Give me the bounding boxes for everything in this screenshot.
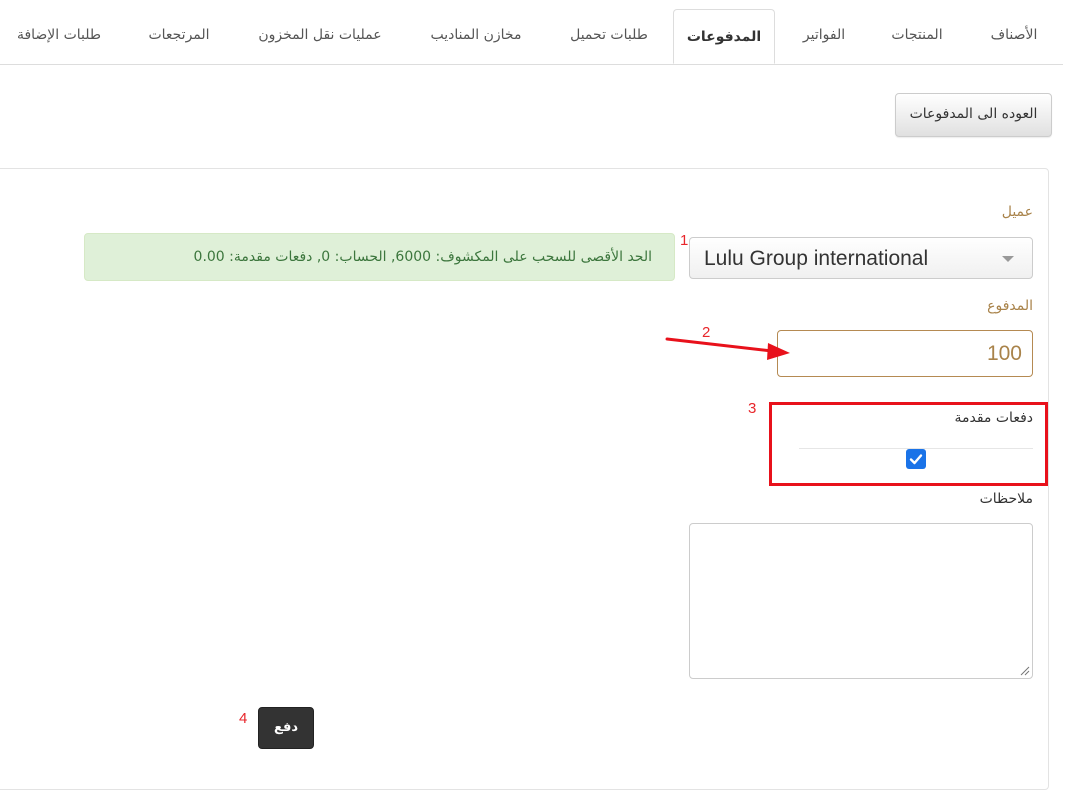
tab-rep-warehouses[interactable]: مخازن المناديب <box>410 8 542 63</box>
client-select[interactable]: Lulu Group international <box>689 237 1033 279</box>
payment-amount-input[interactable]: 100 <box>777 330 1033 377</box>
tab-payments[interactable]: المدفوعات <box>673 9 775 64</box>
resize-grip-icon[interactable] <box>1020 666 1030 676</box>
client-select-value: Lulu Group international <box>704 247 929 270</box>
nav-tabs: الأصناف المنتجات الفواتير المدفوعات طلبا… <box>0 8 1063 65</box>
client-label: عميل <box>1001 204 1033 220</box>
notes-label: ملاحظات <box>979 491 1033 507</box>
tab-invoices[interactable]: الفواتير <box>778 8 870 63</box>
annotation-arrow-icon <box>665 337 790 360</box>
annotation-marker-1: 1 <box>680 232 689 249</box>
tab-load-requests[interactable]: طلبات تحميل <box>553 8 665 63</box>
payment-label: المدفوع <box>987 298 1033 314</box>
notes-textarea[interactable] <box>689 523 1033 679</box>
back-to-payments-button[interactable]: العوده الى المدفوعات <box>895 93 1052 137</box>
annotation-marker-3: 3 <box>748 400 757 417</box>
pay-submit-button[interactable]: دفع <box>258 707 314 749</box>
tab-stock-transfers[interactable]: عمليات نقل المخزون <box>240 8 400 63</box>
tab-categories[interactable]: الأصناف <box>965 8 1063 63</box>
client-balance-alert: الحد الأقصى للسحب على المكشوف: 6000, الح… <box>84 233 675 281</box>
tab-returns[interactable]: المرتجعات <box>128 8 230 63</box>
annotation-marker-4: 4 <box>239 710 248 727</box>
tab-add-requests[interactable]: طلبات الإضافة <box>0 8 118 63</box>
annotation-highlight-box <box>769 402 1048 486</box>
tab-products[interactable]: المنتجات <box>872 8 962 63</box>
chevron-down-icon <box>1002 256 1014 262</box>
